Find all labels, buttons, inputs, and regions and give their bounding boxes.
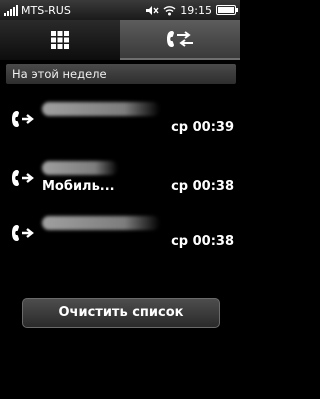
wifi-icon	[163, 5, 176, 15]
signal-icon	[4, 4, 18, 16]
blurred-contact-name	[42, 216, 160, 230]
clock: 19:15	[180, 3, 212, 17]
clear-list-button[interactable]: Очистить список	[22, 298, 220, 328]
tab-call-log[interactable]	[120, 20, 240, 60]
call-log-icon	[167, 31, 193, 47]
status-bar: MTS-RUS 19:15	[0, 0, 240, 20]
call-row-1[interactable]: ср 00:39	[0, 98, 240, 150]
outgoing-call-icon	[12, 225, 34, 241]
outgoing-call-icon	[12, 111, 34, 127]
status-right: 19:15	[145, 3, 238, 17]
call-time: ср 00:39	[171, 120, 234, 135]
call-time: ср 00:38	[171, 234, 234, 249]
blurred-contact-name	[42, 161, 118, 175]
call-row-2[interactable]: Мобиль... ср 00:38	[0, 157, 240, 209]
status-left: MTS-RUS	[4, 4, 71, 17]
operator-name: MTS-RUS	[21, 3, 71, 17]
call-time: ср 00:38	[171, 179, 234, 194]
outgoing-call-icon	[12, 170, 34, 186]
blurred-contact-name	[42, 102, 160, 116]
tab-bar	[0, 20, 240, 60]
call-type-label: Мобиль...	[42, 179, 115, 194]
tab-dialpad[interactable]	[0, 20, 120, 60]
mute-icon	[146, 5, 159, 15]
call-row-3[interactable]: ср 00:38	[0, 212, 240, 264]
section-header-this-week: На этой неделе	[6, 64, 236, 84]
dialpad-icon	[51, 31, 69, 49]
battery-icon	[216, 5, 238, 15]
